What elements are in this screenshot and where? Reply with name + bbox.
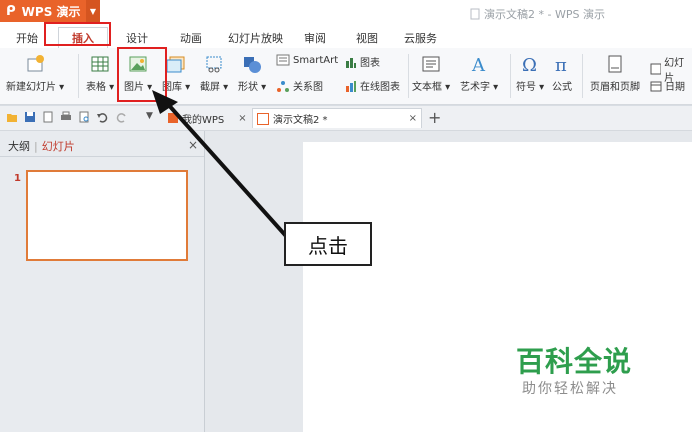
shapes-icon bbox=[244, 57, 262, 73]
svg-text:Ω: Ω bbox=[522, 55, 537, 74]
smartart-icon bbox=[276, 54, 290, 66]
document-icon bbox=[470, 8, 480, 20]
chevron-down-icon[interactable]: ▼ bbox=[86, 0, 100, 22]
tab-slideshow[interactable]: 幻灯片放映 bbox=[228, 30, 283, 46]
date-button[interactable]: 日期 bbox=[650, 78, 685, 93]
chart-button[interactable]: 图表 bbox=[345, 54, 380, 69]
smartart-button[interactable]: SmartArt bbox=[276, 54, 338, 66]
scissors-icon bbox=[206, 56, 222, 73]
slide-canvas[interactable] bbox=[303, 142, 692, 432]
pi-icon: π bbox=[555, 55, 567, 74]
page-icon bbox=[608, 55, 622, 73]
wordart-icon: A bbox=[471, 55, 486, 74]
app-menu-button[interactable]: ᑭ WPS 演示 ▼ bbox=[0, 0, 100, 22]
ribbon-divider bbox=[78, 54, 79, 98]
callout-box: 点击 bbox=[284, 222, 372, 266]
formula-button[interactable]: π 公式 bbox=[552, 54, 572, 93]
highlight-box-insert-tab bbox=[44, 22, 111, 46]
tab-cloud[interactable]: 云服务 bbox=[404, 30, 437, 46]
print-icon[interactable] bbox=[60, 111, 72, 123]
tab-home[interactable]: 开始 bbox=[16, 30, 38, 46]
table-icon bbox=[91, 56, 109, 72]
online-chart-button[interactable]: 在线图表 bbox=[345, 78, 400, 93]
tab-animation[interactable]: 动画 bbox=[180, 30, 202, 46]
online-chart-icon bbox=[346, 80, 356, 92]
chart-icon bbox=[346, 57, 356, 68]
new-slide-icon bbox=[27, 55, 45, 72]
textbox-button[interactable]: 文本框 ▾ bbox=[412, 54, 450, 93]
table-button[interactable]: 表格 ▾ bbox=[86, 54, 114, 93]
gallery-icon bbox=[166, 56, 185, 73]
redo-icon[interactable] bbox=[116, 111, 128, 123]
save-icon[interactable] bbox=[24, 111, 36, 123]
slide-number-icon bbox=[650, 63, 662, 75]
slide-number: 1 bbox=[14, 173, 21, 184]
watermark-title: 百科全说 bbox=[516, 345, 633, 378]
ribbon-divider bbox=[510, 54, 511, 98]
omega-icon: Ω bbox=[522, 55, 537, 74]
export-pdf-icon[interactable] bbox=[42, 111, 54, 123]
print-preview-icon[interactable] bbox=[78, 111, 90, 123]
textbox-icon bbox=[422, 56, 440, 72]
undo-icon[interactable] bbox=[96, 111, 108, 123]
open-folder-icon[interactable] bbox=[6, 111, 18, 123]
new-tab-icon[interactable]: + bbox=[428, 108, 441, 127]
close-icon[interactable]: × bbox=[409, 113, 417, 124]
header-footer-button[interactable]: 页眉和页脚 bbox=[590, 54, 640, 93]
shapes-button[interactable]: 形状 ▾ bbox=[238, 54, 266, 93]
new-slide-button[interactable]: 新建幻灯片 ▾ bbox=[6, 54, 64, 93]
document-title: 演示文稿2 * - WPS 演示 bbox=[470, 6, 605, 22]
tab-review[interactable]: 审阅 bbox=[304, 30, 326, 46]
pointer-arrow bbox=[152, 90, 288, 238]
tab-slides[interactable]: 幻灯片 bbox=[42, 138, 75, 154]
svg-text:A: A bbox=[471, 55, 486, 74]
tab-outline[interactable]: 大纲 bbox=[8, 138, 30, 154]
panel-header: 大纲 | 幻灯片 bbox=[8, 138, 75, 154]
wps-logo-icon: ᑭ bbox=[6, 3, 16, 19]
wordart-button[interactable]: A 艺术字 ▾ bbox=[460, 54, 498, 93]
tab-design[interactable]: 设计 bbox=[126, 30, 148, 46]
svg-text:π: π bbox=[555, 55, 567, 74]
app-name: WPS 演示 bbox=[21, 4, 81, 19]
watermark-subtitle: 助你轻松解决 bbox=[522, 381, 618, 397]
symbol-button[interactable]: Ω 符号 ▾ bbox=[516, 54, 544, 93]
ribbon-divider bbox=[408, 54, 409, 98]
tab-view[interactable]: 视图 bbox=[356, 30, 378, 46]
calendar-icon bbox=[650, 81, 662, 91]
ribbon-divider bbox=[582, 54, 583, 98]
screenshot-button[interactable]: 截屏 ▾ bbox=[200, 54, 228, 93]
